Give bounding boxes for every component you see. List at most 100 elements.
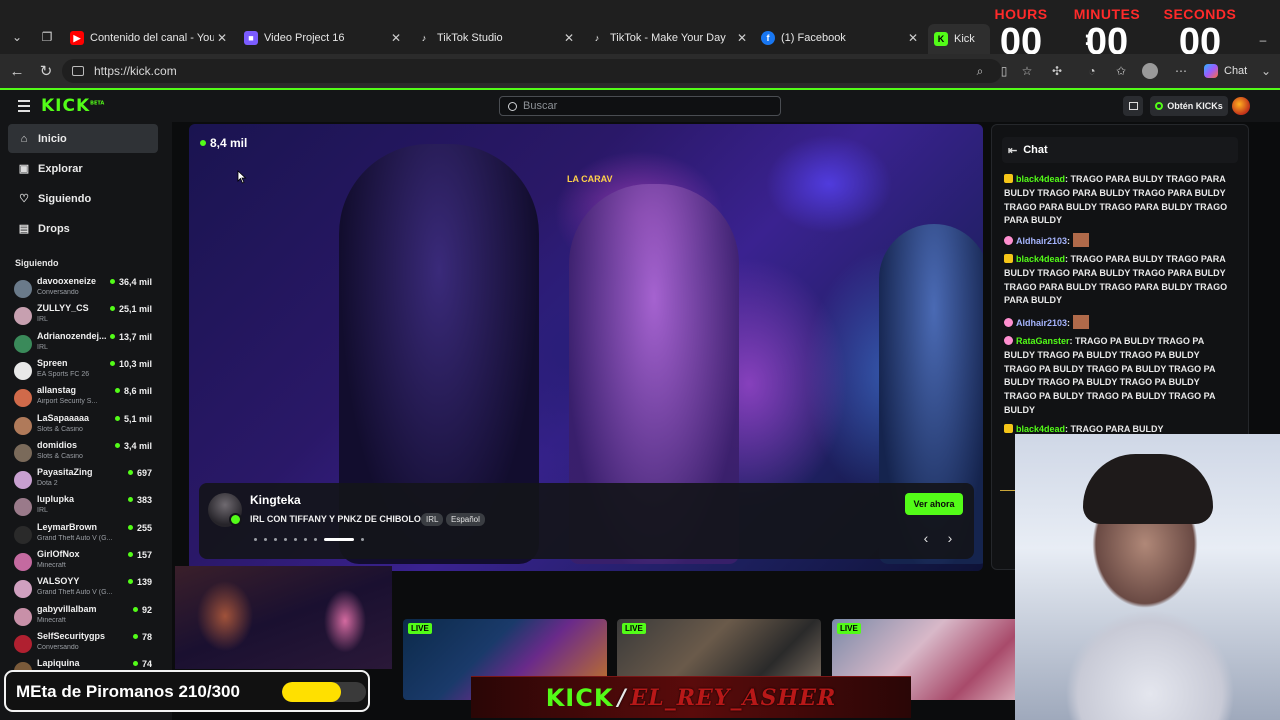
extensions-icon[interactable]: ✣ xyxy=(1049,63,1065,79)
copilot-chat-button[interactable]: Chat xyxy=(1204,61,1247,81)
verified-badge-icon xyxy=(229,513,242,526)
favorites-icon[interactable]: ✩ xyxy=(1113,63,1129,79)
minimize-icon[interactable]: – xyxy=(1252,30,1274,50)
back-icon[interactable]: ← xyxy=(7,61,27,81)
reload-icon[interactable]: ↻ xyxy=(36,61,56,81)
followed-channel-item[interactable]: SelfSecuritygps Conversando 78 xyxy=(12,630,162,657)
followed-channel-item[interactable]: PayasitaZing Dota 2 697 xyxy=(12,466,162,493)
banner-kick-text: KICK xyxy=(545,683,614,712)
channel-name: domidios xyxy=(37,439,77,450)
followed-channel-item[interactable]: domidios Slots & Casino 3,4 mil xyxy=(12,439,162,466)
tag-irl[interactable]: IRL xyxy=(421,513,444,526)
workspaces-icon[interactable]: ❐ xyxy=(36,27,58,47)
close-tab-icon[interactable]: ✕ xyxy=(214,31,230,45)
nav-explore[interactable]: ▣ Explorar xyxy=(8,154,158,183)
followed-channel-item[interactable]: davooxeneize Conversando 36,4 mil xyxy=(12,275,162,302)
channel-name: Spreen xyxy=(37,357,68,368)
menu-icon[interactable] xyxy=(18,100,30,115)
channel-avatar xyxy=(14,525,32,544)
get-kicks-button[interactable]: Obtén KICKs xyxy=(1150,96,1228,116)
collapse-chat-icon[interactable]: ⇤ xyxy=(1008,144,1017,157)
nav-home[interactable]: ⌂ Inicio xyxy=(8,124,158,153)
drops-icon: ▤ xyxy=(18,223,30,235)
channel-name: gabyvillalbam xyxy=(37,603,97,614)
reading-view-icon[interactable]: ▯ xyxy=(996,63,1012,79)
channel-name: ZULLYY_CS xyxy=(37,303,89,314)
banner-channel-name: EL_REY_ASHER xyxy=(630,684,837,711)
followed-channel-item[interactable]: ZULLYY_CS IRL 25,1 mil xyxy=(12,302,162,329)
channel-category: Slots & Casino xyxy=(37,452,83,460)
tab-youtube[interactable]: ▶ Contenido del canal - YouTube ✕ xyxy=(70,27,230,49)
browse-layout-button[interactable] xyxy=(1123,96,1143,116)
nav-drops[interactable]: ▤ Drops xyxy=(8,214,158,243)
followed-channel-item[interactable]: luplupka IRL 383 xyxy=(12,493,162,520)
carousel-pagination[interactable] xyxy=(254,538,371,541)
followed-channel-item[interactable]: allanstag Airport Security S... 8,6 mil xyxy=(12,384,162,411)
performance-icon[interactable]: ◔ xyxy=(1084,63,1100,79)
close-tab-icon[interactable]: ✕ xyxy=(388,31,404,45)
watch-now-button[interactable]: Ver ahora xyxy=(905,493,963,515)
more-options-icon[interactable]: ⋯ xyxy=(1173,63,1189,79)
stream-title: IRL CON TIFFANY Y PNKZ DE CHIBOLO xyxy=(250,514,421,524)
kick-header: KICKBETA Buscar Obtén KICKs xyxy=(0,88,1280,122)
browser-tab-bar: ⌄ ❐ ▶ Contenido del canal - YouTube ✕ ■ … xyxy=(0,0,1280,62)
badge-icon xyxy=(1004,336,1013,345)
channel-category: Airport Security S... xyxy=(37,398,98,406)
nav-label: Drops xyxy=(38,222,70,235)
tag-language[interactable]: Español xyxy=(446,513,485,526)
chat-username[interactable]: black4dead xyxy=(1016,254,1065,264)
chat-username[interactable]: Aldhair2103 xyxy=(1016,236,1067,246)
chat-username[interactable]: Aldhair2103 xyxy=(1016,318,1067,328)
chat-message: Aldhair2103: xyxy=(1004,233,1234,249)
tiktok-icon: ♪ xyxy=(421,33,427,43)
compass-icon: ▣ xyxy=(18,163,30,175)
nav-following[interactable]: ♡ Siguiendo xyxy=(8,184,158,213)
channel-category: Grand Theft Auto V (G... xyxy=(37,589,113,597)
close-tab-icon[interactable]: ✕ xyxy=(734,31,750,45)
followed-channel-item[interactable]: Adrianozendej... IRL 13,7 mil xyxy=(12,330,162,357)
copilot-icon xyxy=(1204,64,1218,78)
favorite-star-icon[interactable]: ☆ xyxy=(1019,63,1035,79)
tab-video-project[interactable]: ■ Video Project 16 ✕ xyxy=(244,27,404,49)
tab-title: Video Project 16 xyxy=(264,32,345,44)
chat-username[interactable]: black4dead xyxy=(1016,424,1065,434)
channel-category: IRL xyxy=(37,316,48,324)
channel-viewers: 255 xyxy=(128,523,152,533)
tab-tiktok[interactable]: ♪ TikTok - Make Your Day ✕ xyxy=(590,27,750,49)
tab-facebook[interactable]: f (1) Facebook ✕ xyxy=(761,27,921,49)
channel-name: allanstag xyxy=(37,385,77,396)
video-neon-sign: LA CARAV xyxy=(567,174,613,184)
carousel-next-icon[interactable]: › xyxy=(943,530,957,546)
channel-viewers: 3,4 mil xyxy=(115,441,152,451)
followed-channel-item[interactable]: GirlOfNox Minecraft 157 xyxy=(12,548,162,575)
followed-channel-item[interactable]: Spreen EA Sports FC 26 10,3 mil xyxy=(12,357,162,384)
address-bar[interactable]: https://kick.com xyxy=(62,59,1002,83)
close-tab-icon[interactable]: ✕ xyxy=(561,31,577,45)
channel-name: Lapiquina xyxy=(37,658,80,669)
followed-channel-item[interactable]: LeymarBrown Grand Theft Auto V (G... 255 xyxy=(12,521,162,548)
channel-viewers: 157 xyxy=(128,550,152,560)
carousel-prev-icon[interactable]: ‹ xyxy=(919,530,933,546)
tab-tiktok-studio[interactable]: ♪ TikTok Studio ✕ xyxy=(417,27,577,49)
followed-channel-item[interactable]: gabyvillalbam Minecraft 92 xyxy=(12,603,162,630)
profile-avatar[interactable] xyxy=(1142,63,1158,79)
chat-message: black4dead: TRAGO PARA BULDY TRAGO PARA … xyxy=(1004,254,1228,306)
followed-channel-item[interactable]: LaSapaaaaa Slots & Casino 5,1 mil xyxy=(12,412,162,439)
streamer-webcam-overlay xyxy=(1015,434,1280,720)
channel-name: davooxeneize xyxy=(37,276,97,286)
streamer-name[interactable]: Kingteka xyxy=(250,493,301,507)
viewer-count-badge: 8,4 mil xyxy=(200,136,247,150)
search-input[interactable]: Buscar xyxy=(499,96,781,116)
site-info-icon[interactable] xyxy=(72,66,84,76)
close-tab-icon[interactable]: ✕ xyxy=(905,31,921,45)
chevron-down-icon[interactable]: ⌄ xyxy=(1258,63,1274,79)
chat-username[interactable]: RataGanster xyxy=(1016,336,1070,346)
zoom-icon[interactable]: ⌕ xyxy=(972,63,988,79)
followed-channel-item[interactable]: VALSOYY Grand Theft Auto V (G... 139 xyxy=(12,575,162,602)
user-avatar[interactable] xyxy=(1232,97,1250,115)
kick-icon: K xyxy=(934,32,948,46)
chat-username[interactable]: black4dead xyxy=(1016,174,1065,184)
search-icon xyxy=(508,101,517,111)
kick-logo[interactable]: KICKBETA xyxy=(41,96,104,116)
tab-list-chevron-icon[interactable]: ⌄ xyxy=(6,27,28,47)
